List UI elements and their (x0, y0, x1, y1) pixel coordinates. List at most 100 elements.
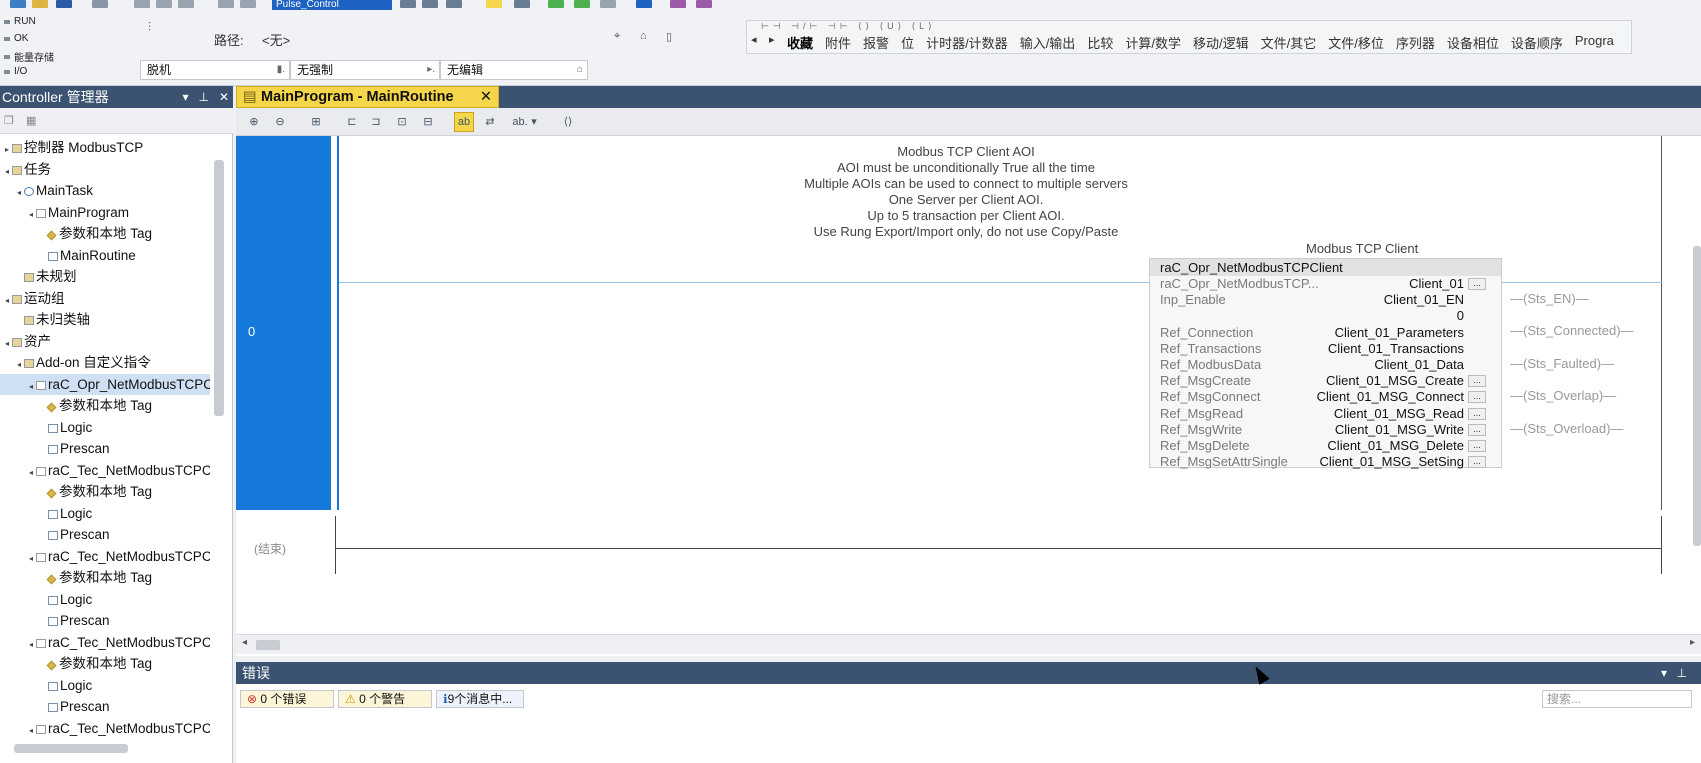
fit-icon[interactable]: ⊞ (306, 112, 326, 132)
editor-horizontal-scrollbar[interactable]: ◂ ▸ (236, 634, 1701, 654)
tree-item[interactable]: Logic (0, 417, 210, 438)
tab-mainroutine[interactable]: ▤ MainProgram - MainRoutine ✕ (236, 86, 499, 108)
palette-tab[interactable]: 计算/数学 (1125, 33, 1181, 52)
path-browse-icon[interactable]: ⌖ (614, 30, 620, 43)
rung-selection-bar[interactable]: 0 (236, 136, 331, 510)
rung-edit-icon[interactable]: ⊡ (392, 112, 412, 132)
palette-tab[interactable]: 设备顺序 (1511, 33, 1563, 52)
tree-item[interactable]: Prescan (0, 610, 210, 631)
show-comments-icon[interactable]: ab (454, 112, 474, 132)
expand-toggle-icon[interactable]: ▸ (2, 139, 12, 158)
expand-toggle-icon[interactable]: ◂ (14, 182, 24, 201)
tree-item[interactable]: Prescan (0, 438, 210, 459)
palette-instruction-icons[interactable]: ⊢⊣ ⊣/⊢ ⊣⊢ ⟨⟩ ⟨U⟩ ⟨L⟩ (761, 21, 936, 32)
aoi-parameter-row[interactable]: raC_Opr_NetModbusTCP... Client_01... (1150, 276, 1501, 292)
scroll-right-icon[interactable]: ▸ (1690, 637, 1695, 648)
scroll-left-icon[interactable]: ◂ (242, 637, 247, 648)
aoi-browse-button[interactable]: ... (1468, 439, 1486, 452)
upload-icon[interactable] (600, 0, 616, 8)
force-mode-box[interactable]: 无强制 ▸. (290, 60, 440, 80)
tree-item[interactable]: 参数和本地 Tag (0, 223, 210, 244)
save-icon[interactable] (56, 0, 72, 8)
rung-down-icon[interactable]: ⊐ (366, 112, 386, 132)
palette-tab[interactable]: 计时器/计数器 (926, 33, 1008, 52)
rung-accept-icon[interactable]: ⊟ (418, 112, 438, 132)
panel-pin-icon[interactable]: ⊥ (198, 86, 208, 108)
palette-tab[interactable]: 序列器 (1396, 33, 1435, 52)
help-icon[interactable] (636, 0, 652, 8)
aoi-parameter-row[interactable]: Ref_MsgWrite Client_01_MSG_Write... (1150, 422, 1501, 438)
palette-tab[interactable]: 收藏 (787, 33, 813, 52)
zoom-in-icon[interactable]: ⊕ (244, 112, 264, 132)
output-coil[interactable]: —(Sts_EN)— (1510, 291, 1589, 306)
aoi-parameter-row[interactable]: Ref_ModbusData Client_01_Data (1150, 357, 1501, 373)
rung-up-icon[interactable]: ⊏ (342, 112, 362, 132)
palette-tab[interactable]: 移动/逻辑 (1193, 33, 1249, 52)
tree-vertical-scrollbar[interactable] (214, 160, 224, 416)
palette-scroll-right-icon[interactable]: ▸ (769, 33, 775, 46)
tree-item[interactable]: Logic (0, 675, 210, 696)
aoi-parameter-row[interactable]: Inp_Enable Client_01_EN (1150, 292, 1501, 308)
aoi-browse-button[interactable]: ... (1468, 375, 1486, 388)
mode-selector-icon[interactable]: ⫶ (148, 20, 151, 35)
tree-item[interactable]: 参数和本地 Tag (0, 653, 210, 674)
palette-tab[interactable]: 比较 (1087, 33, 1113, 52)
palette-tab[interactable]: 附件 (825, 33, 851, 52)
expand-toggle-icon[interactable]: ◂ (14, 354, 24, 373)
palette-tab[interactable]: 位 (901, 33, 914, 52)
online-icon[interactable] (548, 0, 564, 8)
tree-item[interactable]: MainRoutine (0, 245, 210, 266)
output-coil[interactable]: —(Sts_Connected)— (1510, 323, 1634, 338)
palette-tab[interactable]: 报警 (863, 33, 889, 52)
editor-vertical-scrollbar[interactable] (1693, 246, 1701, 546)
output-coil[interactable]: —(Sts_Overlap)— (1510, 388, 1616, 403)
expand-toggle-icon[interactable]: ◂ (26, 204, 36, 223)
tree-item[interactable]: ◂ raC_Opr_NetModbusTCPC (0, 373, 210, 395)
tab-close-icon[interactable]: ✕ (480, 87, 492, 107)
tree-view-icon[interactable]: ▦ (26, 114, 36, 127)
tree-item[interactable]: 参数和本地 Tag (0, 567, 210, 588)
expand-toggle-icon[interactable]: ◂ (26, 720, 36, 739)
aoi-browse-button[interactable]: ... (1468, 423, 1486, 436)
output-coil[interactable]: —(Sts_Overload)— (1510, 421, 1623, 436)
aoi-browse-button[interactable]: ... (1468, 278, 1486, 290)
expand-toggle-icon[interactable]: ◂ (26, 376, 36, 395)
tree-item[interactable]: ◂ Add-on 自定义指令 (0, 352, 210, 373)
aoi-browse-button[interactable]: ... (1468, 407, 1486, 420)
cut-icon[interactable] (134, 0, 150, 8)
tree-item[interactable]: 参数和本地 Tag (0, 395, 210, 416)
print-icon[interactable] (92, 0, 108, 8)
palette-tab[interactable]: 文件/移位 (1328, 33, 1384, 52)
path-lock-icon[interactable]: ▯ (666, 30, 672, 43)
editor-horizontal-scroll-thumb[interactable] (256, 640, 280, 650)
copy-icon[interactable] (156, 0, 172, 8)
collapse-all-icon[interactable]: ❐ (4, 114, 14, 127)
palette-scroll-left-icon[interactable]: ◂ (751, 33, 757, 46)
tree-item[interactable]: ◂ raC_Tec_NetModbusTCPCl (0, 546, 210, 567)
tree-item[interactable]: Logic (0, 589, 210, 610)
tree-item[interactable]: 未规划 (0, 266, 210, 287)
replace-icon[interactable] (446, 0, 462, 8)
path-network-icon[interactable]: ⌂ (640, 30, 647, 42)
edit-mode-box[interactable]: 无编辑 ⌂ (440, 60, 588, 80)
aoi-parameter-row[interactable]: Ref_MsgDelete Client_01_MSG_Delete... (1150, 438, 1501, 454)
tree-item[interactable]: ◂ raC_Tec_NetModbusTCPCl (0, 718, 210, 739)
text-options-icon[interactable]: ab. (510, 112, 530, 132)
aoi-parameter-row[interactable]: Ref_MsgRead Client_01_MSG_Read... (1150, 406, 1501, 422)
aoi-parameter-row[interactable]: Ref_MsgCreate Client_01_MSG_Create... (1150, 373, 1501, 389)
tree-item[interactable]: ◂ MainProgram (0, 202, 210, 223)
aoi-browse-button[interactable]: ... (1468, 391, 1486, 404)
tree-item[interactable]: ◂ MainTask (0, 180, 210, 201)
text-options-dropdown-icon[interactable]: ▾ (528, 112, 540, 132)
errors-panel-pin-icon[interactable]: ⊥ (1677, 662, 1687, 684)
aoi-parameter-row[interactable]: Ref_MsgSetAttrSingle Client_01_MSG_SetSin… (1150, 454, 1501, 470)
aoi-parameter-row[interactable]: Ref_MsgConnect Client_01_MSG_Connect... (1150, 389, 1501, 405)
tree-item[interactable]: 未归类轴 (0, 309, 210, 330)
palette-tab[interactable]: 输入/输出 (1020, 33, 1076, 52)
expand-toggle-icon[interactable]: ◂ (2, 161, 12, 180)
tool-icon-1[interactable] (670, 0, 686, 8)
verify-controller-icon[interactable] (514, 0, 530, 8)
tree-item[interactable]: ◂ 运动组 (0, 288, 210, 309)
palette-tab[interactable]: 文件/其它 (1261, 33, 1317, 52)
tree-item[interactable]: Logic (0, 503, 210, 524)
